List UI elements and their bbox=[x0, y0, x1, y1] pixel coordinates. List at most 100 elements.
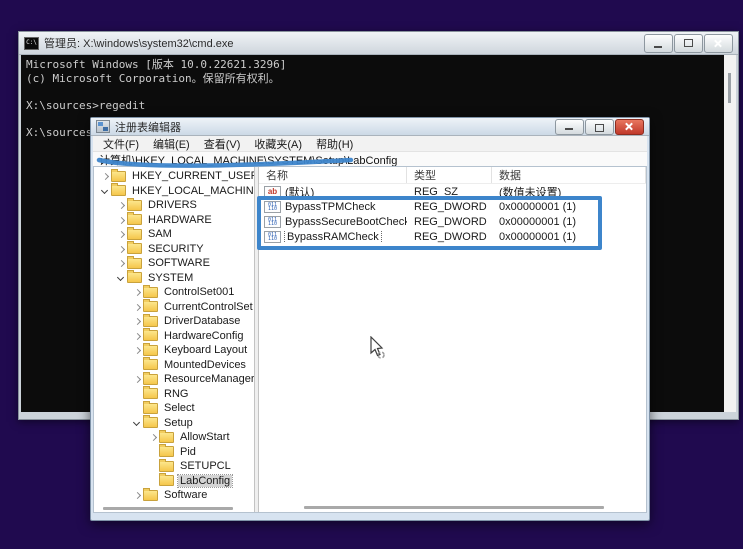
chevron-right-icon[interactable] bbox=[132, 345, 142, 355]
registry-value-(默认)[interactable]: ab(默认)REG_SZ(数值未设置) bbox=[259, 184, 646, 199]
tree-item-AllowStart[interactable]: AllowStart bbox=[94, 430, 254, 445]
folder-icon bbox=[143, 403, 158, 414]
folder-icon bbox=[127, 200, 142, 211]
folder-icon bbox=[143, 388, 158, 399]
chevron-right-icon[interactable] bbox=[148, 432, 158, 442]
no-chevron bbox=[148, 447, 158, 457]
folder-icon bbox=[159, 461, 174, 472]
cmd-window-title: 管理员: X:\windows\system32\cmd.exe bbox=[44, 35, 639, 51]
folder-icon bbox=[143, 287, 158, 298]
tree-item-DRIVERS[interactable]: DRIVERS bbox=[94, 198, 254, 213]
list-horizontal-scrollbar[interactable] bbox=[304, 506, 604, 509]
tree-item-LabConfig[interactable]: LabConfig bbox=[94, 474, 254, 489]
chevron-right-icon[interactable] bbox=[116, 215, 126, 225]
tree-item-Select[interactable]: Select bbox=[94, 401, 254, 416]
folder-icon bbox=[127, 243, 142, 254]
scrollbar-thumb[interactable] bbox=[728, 73, 731, 103]
tree-item-SYSTEM[interactable]: SYSTEM bbox=[94, 271, 254, 286]
value-name: (默认) bbox=[285, 184, 314, 200]
chevron-right-icon[interactable] bbox=[116, 258, 126, 268]
tree-item-Keyboard Layout[interactable]: Keyboard Layout bbox=[94, 343, 254, 358]
tree-item-HKEY_CURRENT_USER[interactable]: HKEY_CURRENT_USER bbox=[94, 169, 254, 184]
console-line: X:\sources>regedit bbox=[26, 99, 719, 113]
chevron-right-icon[interactable] bbox=[132, 374, 142, 384]
minimize-button[interactable] bbox=[644, 34, 673, 53]
tree-item-label: DRIVERS bbox=[146, 199, 199, 211]
cmd-titlebar[interactable]: C:\ 管理员: X:\windows\system32\cmd.exe bbox=[19, 32, 738, 55]
minimize-button[interactable] bbox=[555, 119, 584, 135]
tree-item-MountedDevices[interactable]: MountedDevices bbox=[94, 358, 254, 373]
tree-item-RNG[interactable]: RNG bbox=[94, 387, 254, 402]
folder-icon bbox=[143, 417, 158, 428]
console-vertical-scrollbar[interactable] bbox=[724, 55, 736, 412]
tree-item-SAM[interactable]: SAM bbox=[94, 227, 254, 242]
chevron-down-icon[interactable] bbox=[100, 186, 110, 196]
maximize-button[interactable] bbox=[674, 34, 703, 53]
chevron-right-icon[interactable] bbox=[132, 490, 142, 500]
menu-item[interactable]: 收藏夹(A) bbox=[248, 136, 308, 152]
regedit-window: 注册表编辑器 文件(F)编辑(E)查看(V)收藏夹(A)帮助(H) 计算机\HK… bbox=[90, 117, 650, 521]
folder-icon bbox=[143, 316, 158, 327]
value-type: REG_DWORD bbox=[407, 201, 492, 213]
tree-item-HKEY_LOCAL_MACHINE[interactable]: HKEY_LOCAL_MACHINE bbox=[94, 184, 254, 199]
chevron-right-icon[interactable] bbox=[132, 316, 142, 326]
tree-item-ControlSet001[interactable]: ControlSet001 bbox=[94, 285, 254, 300]
maximize-button[interactable] bbox=[585, 119, 614, 135]
folder-icon bbox=[111, 171, 126, 182]
tree-item-label: HKEY_LOCAL_MACHINE bbox=[130, 185, 254, 197]
dword-value-icon: 011110 bbox=[264, 201, 281, 213]
desktop: C:\ 管理员: X:\windows\system32\cmd.exe Mic… bbox=[0, 0, 743, 549]
tree-item-Pid[interactable]: Pid bbox=[94, 445, 254, 460]
value-data: 0x00000001 (1) bbox=[492, 231, 646, 243]
tree-item-ResourceManager[interactable]: ResourceManager bbox=[94, 372, 254, 387]
column-header-名称[interactable]: 名称 bbox=[259, 167, 407, 183]
chevron-right-icon[interactable] bbox=[116, 244, 126, 254]
tree-item-CurrentControlSet[interactable]: CurrentControlSet bbox=[94, 300, 254, 315]
tree-item-label: SETUPCL bbox=[178, 460, 233, 472]
regedit-menubar: 文件(F)编辑(E)查看(V)收藏夹(A)帮助(H) bbox=[93, 136, 647, 152]
tree-item-DriverDatabase[interactable]: DriverDatabase bbox=[94, 314, 254, 329]
column-header-类型[interactable]: 类型 bbox=[407, 167, 492, 183]
tree-item-Software[interactable]: Software bbox=[94, 488, 254, 503]
list-header: 名称类型数据 bbox=[259, 167, 646, 184]
close-button[interactable] bbox=[704, 34, 733, 53]
no-chevron bbox=[148, 476, 158, 486]
tree-item-SECURITY[interactable]: SECURITY bbox=[94, 242, 254, 257]
tree-item-HardwareConfig[interactable]: HardwareConfig bbox=[94, 329, 254, 344]
dword-value-icon: 011110 bbox=[264, 216, 281, 228]
registry-value-BypassTPMCheck[interactable]: 011110BypassTPMCheckREG_DWORD0x00000001 … bbox=[259, 199, 646, 214]
registry-value-BypassSecureBootCheck[interactable]: 011110BypassSecureBootCheckREG_DWORD0x00… bbox=[259, 214, 646, 229]
registry-value-BypassRAMCheck[interactable]: 011110BypassRAMCheckREG_DWORD0x00000001 … bbox=[259, 229, 646, 244]
menu-item[interactable]: 查看(V) bbox=[198, 136, 247, 152]
tree-item-SOFTWARE[interactable]: SOFTWARE bbox=[94, 256, 254, 271]
tree-item-label: ControlSet001 bbox=[162, 286, 236, 298]
chevron-down-icon[interactable] bbox=[116, 273, 126, 283]
console-line bbox=[26, 85, 719, 99]
no-chevron bbox=[132, 389, 142, 399]
menu-item[interactable]: 帮助(H) bbox=[310, 136, 359, 152]
minimize-icon bbox=[565, 128, 573, 130]
maximize-icon bbox=[595, 124, 604, 132]
chevron-right-icon[interactable] bbox=[132, 331, 142, 341]
column-header-数据[interactable]: 数据 bbox=[492, 167, 646, 183]
menu-item[interactable]: 编辑(E) bbox=[147, 136, 196, 152]
menu-item[interactable]: 文件(F) bbox=[97, 136, 145, 152]
chevron-down-icon[interactable] bbox=[132, 418, 142, 428]
console-line: Microsoft Windows [版本 10.0.22621.3296] bbox=[26, 58, 719, 72]
chevron-right-icon[interactable] bbox=[116, 200, 126, 210]
folder-icon bbox=[143, 345, 158, 356]
tree-item-label: Keyboard Layout bbox=[162, 344, 249, 356]
tree-item-label: Pid bbox=[178, 446, 198, 458]
regedit-titlebar[interactable]: 注册表编辑器 bbox=[91, 118, 649, 136]
value-data: 0x00000001 (1) bbox=[492, 216, 646, 228]
chevron-right-icon[interactable] bbox=[132, 287, 142, 297]
tree-item-Setup[interactable]: Setup bbox=[94, 416, 254, 431]
tree-item-SETUPCL[interactable]: SETUPCL bbox=[94, 459, 254, 474]
tree-item-HARDWARE[interactable]: HARDWARE bbox=[94, 213, 254, 228]
value-type: REG_SZ bbox=[407, 186, 492, 198]
chevron-right-icon[interactable] bbox=[132, 302, 142, 312]
chevron-right-icon[interactable] bbox=[100, 171, 110, 181]
tree-horizontal-scrollbar[interactable] bbox=[103, 507, 233, 510]
chevron-right-icon[interactable] bbox=[116, 229, 126, 239]
close-button[interactable] bbox=[615, 119, 644, 135]
